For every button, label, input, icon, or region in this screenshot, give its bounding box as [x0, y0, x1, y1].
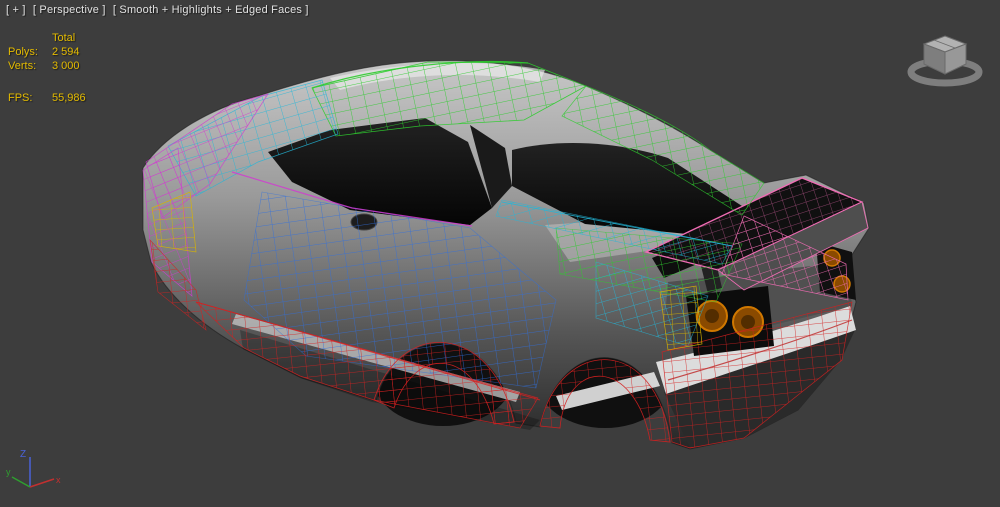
viewport-label: [ + ] [ Perspective ] [ Smooth + Highlig… [6, 4, 313, 16]
stats-header: Total [52, 32, 76, 44]
view-cube-gizmo[interactable] [900, 22, 990, 94]
viewport-menu-shading[interactable]: [ Smooth + Highlights + Edged Faces ] [113, 4, 309, 16]
stats-row-fps: FPS: 55,986 [8, 91, 86, 105]
stats-row-verts: Verts: 3 000 [8, 59, 86, 73]
polys-label: Polys: [8, 46, 38, 58]
axis-x-label: x [56, 475, 61, 485]
gizmo-cube[interactable] [922, 35, 968, 75]
axis-y-label: y [6, 467, 11, 477]
car-model[interactable] [0, 0, 1000, 507]
fps-value: 55,986 [52, 92, 86, 104]
taillight-inner [741, 315, 755, 329]
axis-z-label: Z [20, 449, 26, 460]
fps-label: FPS: [8, 92, 33, 104]
viewport-menu-pov[interactable]: [ Perspective ] [33, 4, 106, 16]
verts-label: Verts: [8, 60, 37, 72]
stats-row-polys: Polys: 2 594 [8, 45, 86, 59]
viewport-canvas[interactable] [0, 0, 1000, 507]
world-axis-tripod: Z x y [4, 445, 68, 493]
statistics-overlay: Total Polys: 2 594 Verts: 3 000 FPS: 55,… [8, 31, 86, 105]
viewport-menu-general[interactable]: [ + ] [6, 4, 26, 16]
taillight-inner [705, 309, 719, 323]
verts-value: 3 000 [52, 60, 80, 72]
polys-value: 2 594 [52, 46, 80, 58]
